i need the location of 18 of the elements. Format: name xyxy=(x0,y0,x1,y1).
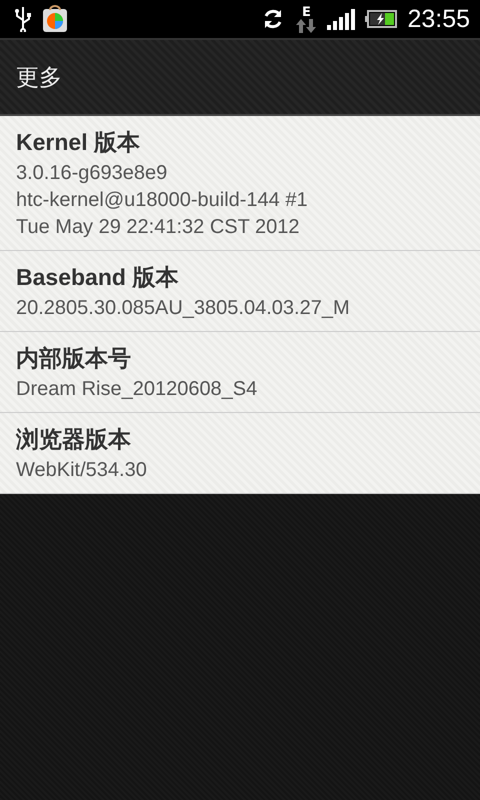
setting-value: Tue May 29 22:41:32 CST 2012 xyxy=(16,215,301,240)
data-arrows-icon xyxy=(295,18,318,32)
setting-value: 20.2805.30.085AU_3805.04.03.27_M xyxy=(16,296,351,321)
signal-icon xyxy=(327,8,356,30)
setting-value: Dream Rise_20120608_S4 xyxy=(16,377,258,402)
usb-icon xyxy=(14,6,32,32)
network-type: E xyxy=(302,6,311,18)
setting-title: 浏览器版本 xyxy=(16,425,132,454)
app-store-icon xyxy=(42,5,68,33)
setting-title: Baseband 版本 xyxy=(16,263,180,292)
setting-title: 内部版本号 xyxy=(16,344,132,373)
setting-value: 3.0.16-g693e8e9 xyxy=(16,161,168,186)
battery-charging-icon xyxy=(365,10,398,28)
clock: 23:55 xyxy=(407,4,470,34)
setting-title: Kernel 版本 xyxy=(16,128,141,157)
page-title: 更多 xyxy=(16,64,62,92)
setting-value: htc-kernel@u18000-build-144 #1 xyxy=(16,188,309,213)
setting-value: WebKit/534.30 xyxy=(16,458,148,483)
